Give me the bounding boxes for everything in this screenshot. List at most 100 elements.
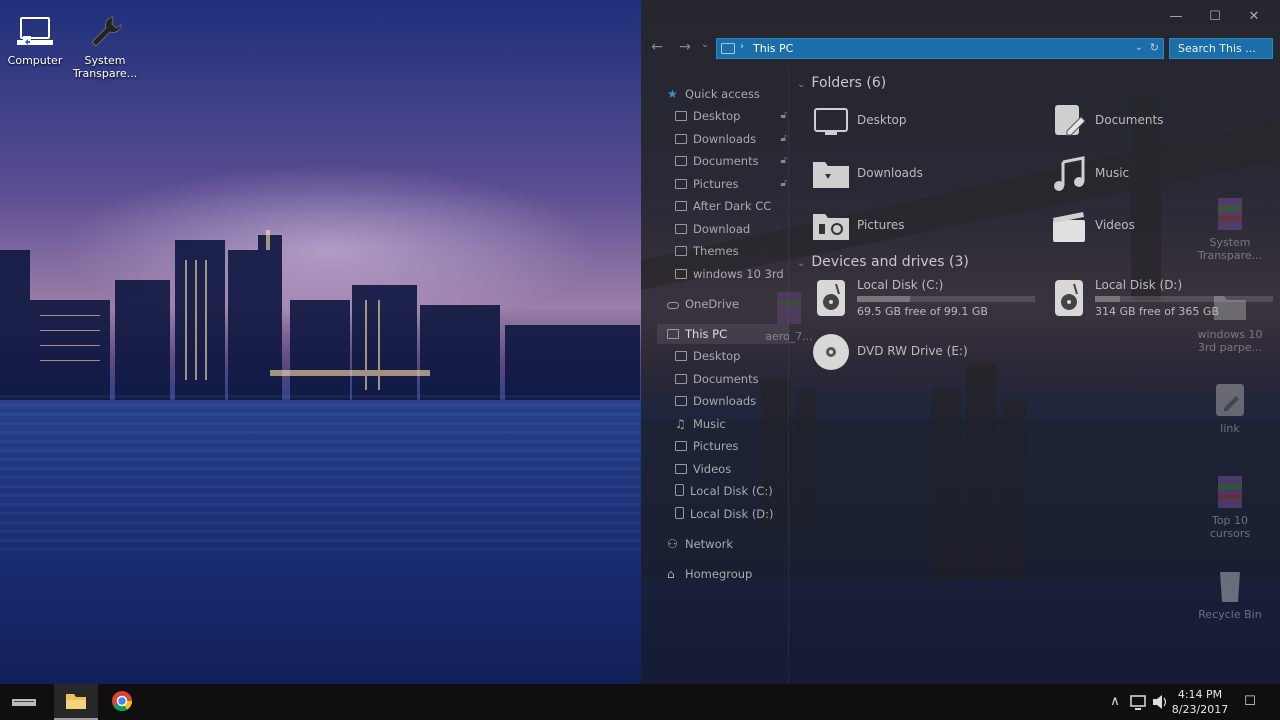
nav-label: Pictures xyxy=(693,177,739,191)
winrar-archive-icon xyxy=(1218,476,1242,508)
nav-label: Local Disk (D:) xyxy=(690,507,774,521)
nav-item-desktop[interactable]: Desktop 🔓︎ xyxy=(675,106,787,126)
folders-group-header[interactable]: ⌄ Folders (6) xyxy=(797,75,886,91)
nav-label: Desktop xyxy=(693,109,741,123)
folder-icon xyxy=(675,246,687,256)
tray-chevron-icon[interactable]: ∧ xyxy=(1106,684,1124,720)
nav-pc-videos[interactable]: Videos xyxy=(675,459,787,479)
clock-time: 4:14 PM xyxy=(1177,688,1223,701)
group-title: Folders (6) xyxy=(811,75,887,91)
forward-button[interactable]: → xyxy=(676,39,694,55)
nav-label: OneDrive xyxy=(685,297,740,311)
nav-item-download[interactable]: Download xyxy=(675,219,787,239)
nav-pc-downloads[interactable]: Downloads xyxy=(675,391,787,411)
drive-tile-c[interactable]: Local Disk (C:) 69.5 GB free of 99.1 GB xyxy=(811,278,1041,320)
minimize-button[interactable]: — xyxy=(1166,8,1186,26)
recent-locations-button[interactable]: ⌄ xyxy=(699,39,711,50)
nav-item-downloads[interactable]: Downloads 🔓︎ xyxy=(675,129,787,149)
clock-date: 8/23/2017 xyxy=(1171,703,1229,716)
nav-pc-pictures[interactable]: Pictures xyxy=(675,436,787,456)
folder-tile-pictures[interactable]: Pictures xyxy=(811,206,1011,248)
desktop-icon-aero[interactable]: aero_7... xyxy=(744,290,834,343)
pin-icon: 🔓︎ xyxy=(780,110,787,121)
music-note-icon xyxy=(1054,156,1085,191)
breadcrumb-separator-icon: › xyxy=(740,41,744,52)
volume-tray-icon[interactable] xyxy=(1150,684,1170,720)
desktop-icon-computer[interactable]: Computer xyxy=(0,14,70,67)
folder-icon xyxy=(675,224,687,234)
nav-item-themes[interactable]: Themes xyxy=(675,241,787,261)
back-button[interactable]: ← xyxy=(648,39,666,55)
nav-label: Documents xyxy=(693,154,759,168)
nav-label: windows 10 3rd pa xyxy=(693,267,787,281)
nav-label: Videos xyxy=(693,462,732,476)
folder-icon xyxy=(675,269,687,279)
group-title: Devices and drives (3) xyxy=(811,254,969,270)
desktop-icon-link[interactable]: link xyxy=(1195,382,1265,435)
keyboard-app-button[interactable] xyxy=(8,684,52,720)
file-explorer-taskbar-button[interactable] xyxy=(54,684,98,720)
folder-icon xyxy=(675,201,687,211)
address-bar[interactable]: › This PC ⌄ ↻ xyxy=(716,38,1164,59)
desktop-icon-top-10-cursors[interactable]: Top 10 cursors xyxy=(1195,474,1265,540)
nav-network[interactable]: ⚇ Network xyxy=(667,534,787,554)
pictures-folder-icon xyxy=(813,214,849,240)
folder-name: Pictures xyxy=(857,218,905,232)
folder-tile-music[interactable]: Music xyxy=(1049,154,1249,196)
nav-item-windows-10-3rd-party[interactable]: windows 10 3rd pa xyxy=(675,264,787,284)
system-clock[interactable]: 4:14 PM 8/23/2017 xyxy=(1168,687,1232,717)
nav-pc-documents[interactable]: Documents xyxy=(675,369,787,389)
network-icon: ⚇ xyxy=(667,537,678,551)
homegroup-icon: ⌂ xyxy=(667,567,675,581)
nav-pc-music[interactable]: ♫ Music xyxy=(675,414,787,434)
downloads-folder-icon xyxy=(813,162,849,188)
cloud-icon xyxy=(667,302,679,309)
address-dropdown-icon[interactable]: ⌄ xyxy=(1135,42,1143,53)
nav-pc-local-disk-d[interactable]: Local Disk (D:) xyxy=(675,504,787,524)
nav-label: This PC xyxy=(685,327,728,341)
nav-label: Themes xyxy=(693,244,739,258)
videos-folder-icon xyxy=(675,464,687,474)
close-button[interactable]: ✕ xyxy=(1244,8,1264,26)
drive-usage-fill xyxy=(1095,296,1120,302)
drive-usage-bar xyxy=(857,296,1035,302)
shortcut-icon xyxy=(1216,384,1244,416)
desktop-icon-label: Recycle Bin xyxy=(1198,608,1262,621)
drive-name: DVD RW Drive (E:) xyxy=(857,344,968,358)
notification-center-icon[interactable]: ☐ xyxy=(1238,684,1262,720)
desktop-icon-system-transparency-archive[interactable]: System Transpare... xyxy=(1195,196,1265,262)
nav-item-documents[interactable]: Documents 🔓︎ xyxy=(675,151,787,171)
drive-name: Local Disk (C:) xyxy=(857,278,944,292)
folder-tile-downloads[interactable]: Downloads xyxy=(811,154,1011,196)
nav-item-after-dark-cc[interactable]: After Dark CC xyxy=(675,196,787,216)
recycle-bin-icon xyxy=(1220,572,1240,602)
drive-name: Local Disk (D:) xyxy=(1095,278,1183,292)
address-text: This PC xyxy=(753,42,794,55)
file-explorer-window: — ☐ ✕ ← → ⌄ › This PC ⌄ ↻ Search This ..… xyxy=(641,0,1280,684)
nav-label: Downloads xyxy=(693,132,757,146)
desktop-icon xyxy=(675,111,687,121)
drive-free-space: 69.5 GB free of 99.1 GB xyxy=(857,305,988,318)
desktop-icon-system-transparency[interactable]: System Transpare... xyxy=(70,14,140,80)
chrome-taskbar-button[interactable] xyxy=(100,684,144,720)
this-pc-icon xyxy=(667,329,679,339)
nav-homegroup[interactable]: ⌂ Homegroup xyxy=(667,564,787,584)
nav-pc-desktop[interactable]: Desktop xyxy=(675,346,787,366)
drive-usage-fill xyxy=(857,296,911,302)
drive-icon xyxy=(675,484,684,496)
folder-tile-documents[interactable]: Documents xyxy=(1049,101,1249,143)
search-placeholder: Search This ... xyxy=(1178,42,1256,55)
devices-group-header[interactable]: ⌄ Devices and drives (3) xyxy=(797,254,969,270)
network-tray-icon[interactable] xyxy=(1128,684,1148,720)
nav-pc-local-disk-c[interactable]: Local Disk (C:) xyxy=(675,481,787,501)
nav-quick-access[interactable]: ★ Quick access xyxy=(667,84,787,104)
refresh-icon[interactable]: ↻ xyxy=(1150,41,1159,54)
nav-item-pictures[interactable]: Pictures 🔓︎ xyxy=(675,174,787,194)
drive-tile-dvd[interactable]: DVD RW Drive (E:) xyxy=(811,332,1041,374)
maximize-button[interactable]: ☐ xyxy=(1205,8,1225,26)
file-explorer-icon xyxy=(66,694,86,709)
folder-tile-desktop[interactable]: Desktop xyxy=(811,101,1011,143)
search-box[interactable]: Search This ... xyxy=(1169,38,1273,59)
desktop-icon-recycle-bin[interactable]: Recycle Bin xyxy=(1195,568,1265,621)
desktop-icon-windows-10-3rd-party[interactable]: windows 10 3rd parpe... xyxy=(1195,288,1265,354)
